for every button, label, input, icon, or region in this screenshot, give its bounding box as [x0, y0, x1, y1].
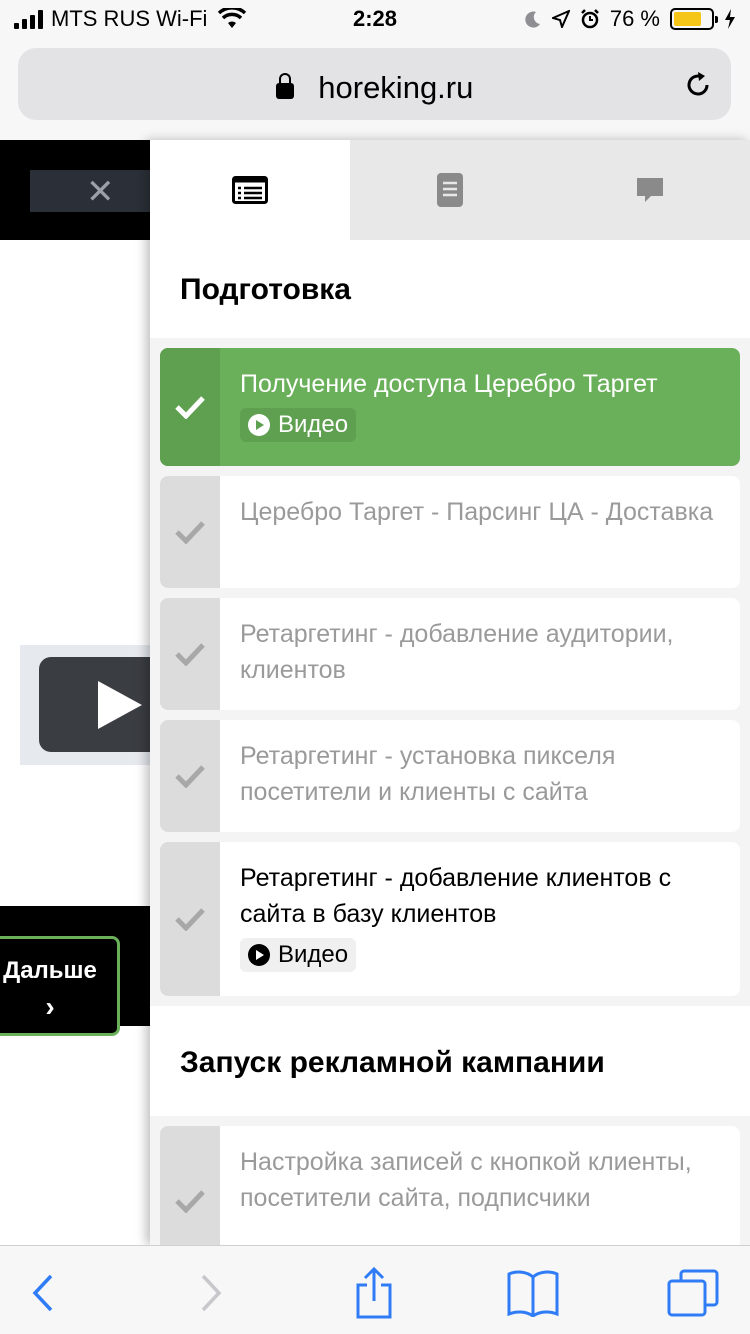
course-outline-panel: Подготовка Получение доступа Церебро Тар…	[150, 140, 750, 1245]
lessons-list-icon	[232, 176, 268, 204]
lesson-item[interactable]: Настройка записей с кнопкой клиенты, пос…	[160, 1126, 740, 1245]
bookmarks-book-icon	[507, 1270, 559, 1317]
forward-button[interactable]	[184, 1268, 238, 1318]
next-button[interactable]: Дальше ›	[0, 936, 120, 1036]
bookmarks-button[interactable]	[506, 1268, 560, 1318]
lesson-title: Настройка записей с кнопкой клиенты, пос…	[240, 1148, 692, 1212]
section-title: Подготовка	[150, 240, 750, 338]
chevron-right-icon	[201, 1274, 222, 1312]
play-icon	[98, 681, 142, 729]
video-thumbnail[interactable]	[20, 645, 160, 765]
browser-address-area: horeking.ru	[0, 40, 750, 140]
chevron-right-icon: ›	[45, 991, 55, 1022]
play-circle-icon	[248, 944, 270, 966]
url-text: horeking.ru	[318, 70, 474, 105]
battery-icon	[670, 8, 718, 30]
browser-toolbar	[0, 1245, 750, 1334]
section-title: Запуск рекламной кампании	[150, 1006, 750, 1116]
share-button[interactable]	[347, 1267, 401, 1319]
play-circle-icon	[248, 414, 270, 436]
video-badge-label: Видео	[278, 411, 349, 438]
close-button[interactable]: ✕	[30, 170, 150, 212]
checkmark-icon	[160, 1126, 220, 1245]
lesson-item[interactable]: Ретаргетинг - установка пикселя посетите…	[160, 720, 740, 832]
video-badge-label: Видео	[278, 941, 349, 968]
tab-materials[interactable]	[350, 140, 550, 240]
lesson-title: Ретаргетинг - установка пикселя посетите…	[240, 742, 616, 806]
lesson-title: Ретаргетинг - добавление аудитории, клие…	[240, 620, 674, 684]
lesson-item[interactable]: Ретаргетинг - добавление аудитории, клие…	[160, 598, 740, 710]
address-bar[interactable]: horeking.ru	[18, 48, 731, 120]
panel-tabs	[150, 140, 750, 240]
lesson-item[interactable]: Церебро Таргет - Парсинг ЦА - Доставка	[160, 476, 740, 588]
comment-icon	[637, 178, 663, 202]
chevron-left-icon	[32, 1274, 53, 1312]
tab-lessons[interactable]	[150, 140, 350, 240]
checkmark-icon	[160, 348, 220, 466]
video-badge: Видео	[240, 408, 357, 442]
close-icon: ✕	[86, 173, 115, 211]
lock-icon	[275, 73, 294, 99]
share-icon	[356, 1267, 392, 1319]
checkmark-icon	[160, 720, 220, 832]
lesson-item[interactable]: Ретаргетинг - добавление клиентов с сайт…	[160, 842, 740, 996]
tabs-icon	[667, 1269, 719, 1317]
checkmark-icon	[160, 842, 220, 996]
reload-icon[interactable]	[683, 70, 713, 100]
document-icon	[437, 173, 463, 207]
moon-icon	[525, 11, 540, 28]
status-bar: MTS RUS Wi-Fi 2:28 76 %	[0, 0, 750, 40]
charging-bolt-icon	[725, 9, 735, 29]
checkmark-icon	[160, 476, 220, 588]
battery-percent: 76 %	[609, 6, 660, 31]
checkmark-icon	[160, 598, 220, 710]
location-arrow-icon	[551, 10, 570, 28]
tabs-button[interactable]	[666, 1268, 720, 1318]
alarm-icon	[580, 9, 599, 29]
tab-comments[interactable]	[550, 140, 750, 240]
lesson-title: Ретаргетинг - добавление клиентов с сайт…	[240, 864, 672, 928]
lesson-item[interactable]: Получение доступа Церебро Таргет Видео	[160, 348, 740, 466]
video-badge: Видео	[240, 938, 357, 972]
lesson-title: Церебро Таргет - Парсинг ЦА - Доставка	[240, 498, 714, 526]
lesson-title: Получение доступа Церебро Таргет	[240, 370, 658, 398]
back-button[interactable]	[16, 1268, 70, 1318]
next-button-label: Дальше	[3, 957, 97, 984]
